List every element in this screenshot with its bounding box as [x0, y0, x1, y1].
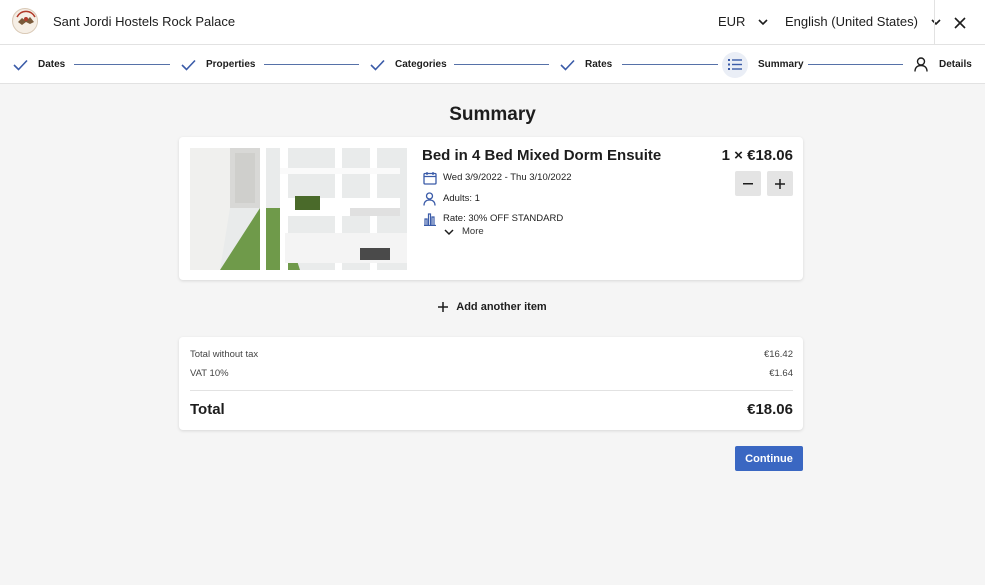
step-connector [264, 64, 359, 65]
grand-total-row: Total €18.06 [190, 401, 793, 418]
currency-selector[interactable]: EUR [718, 14, 769, 29]
step-label: Details [939, 59, 972, 70]
decrease-quantity-button[interactable] [735, 171, 761, 196]
plus-icon [438, 302, 449, 312]
language-label: English (United States) [785, 14, 918, 29]
chevron-down-icon [758, 18, 769, 25]
page-title: Summary [449, 104, 536, 125]
add-item-row: Add another item [0, 301, 985, 313]
total-without-tax-value: €16.42 [763, 349, 793, 360]
check-icon [180, 57, 196, 73]
grand-total-value: €18.06 [747, 401, 793, 418]
totals-divider [190, 390, 793, 391]
step-label: Properties [206, 59, 256, 70]
booking-item-card: Bed in 4 Bed Mixed Dorm Ensuite Wed 3/9/… [179, 137, 803, 280]
top-header: Sant Jordi Hostels Rock Palace EUR Engli… [0, 0, 985, 45]
currency-label: EUR [718, 14, 746, 29]
step-categories[interactable]: Categories [369, 45, 447, 84]
check-icon [559, 57, 575, 73]
minus-icon [743, 182, 753, 184]
step-label: Rates [585, 59, 613, 70]
add-item-label: Add another item [456, 301, 547, 313]
step-connector [74, 64, 170, 65]
hotel-name: Sant Jordi Hostels Rock Palace [53, 14, 236, 29]
rate-text: Rate: 30% OFF STANDARD [443, 213, 564, 224]
adults-text: Adults: 1 [443, 193, 480, 204]
grand-total-label: Total [190, 401, 225, 418]
booking-stepper: Dates Properties Categories Rates Summar… [0, 45, 985, 84]
language-selector[interactable]: English (United States) [785, 14, 942, 29]
step-connector [454, 64, 549, 65]
quantity-price: 1 × €18.06 [721, 147, 793, 164]
check-icon [369, 57, 385, 73]
room-photo [190, 148, 407, 270]
total-without-tax-row: Total without tax €16.42 [190, 349, 793, 360]
increase-quantity-button[interactable] [767, 171, 793, 196]
more-toggle[interactable]: More [444, 226, 484, 237]
item-adults: Adults: 1 [422, 191, 480, 206]
item-dates: Wed 3/9/2022 - Thu 3/10/2022 [422, 170, 572, 185]
vat-label: VAT 10% [190, 368, 229, 379]
step-connector [622, 64, 718, 65]
step-summary[interactable]: Summary [722, 45, 804, 84]
dates-text: Wed 3/9/2022 - Thu 3/10/2022 [443, 172, 572, 183]
item-title: Bed in 4 Bed Mixed Dorm Ensuite [422, 147, 662, 164]
add-another-item-button[interactable]: Add another item [438, 301, 547, 313]
step-details[interactable]: Details [913, 45, 972, 84]
close-icon [954, 16, 966, 29]
plus-icon [775, 178, 785, 189]
list-icon [722, 51, 748, 78]
vat-row: VAT 10% €1.64 [190, 368, 793, 379]
calendar-icon [422, 170, 437, 185]
chevron-down-icon [444, 228, 454, 235]
item-rate: Rate: 30% OFF STANDARD [422, 211, 563, 226]
step-rates[interactable]: Rates [559, 45, 612, 84]
continue-button[interactable]: Continue [735, 446, 803, 471]
bar-chart-icon [422, 211, 437, 226]
step-connector [808, 64, 903, 65]
close-button[interactable] [934, 0, 985, 45]
step-dates[interactable]: Dates [12, 45, 65, 84]
step-label: Categories [395, 59, 447, 70]
check-icon [12, 57, 28, 73]
step-label: Dates [38, 59, 66, 70]
hostel-logo [12, 8, 38, 34]
person-icon [913, 57, 929, 73]
total-without-tax-label: Total without tax [190, 349, 259, 360]
person-icon [422, 191, 437, 206]
more-label: More [462, 226, 484, 237]
totals-card: Total without tax €16.42 VAT 10% €1.64 T… [179, 337, 803, 430]
step-properties[interactable]: Properties [180, 45, 255, 84]
vat-value: €1.64 [769, 368, 793, 379]
step-label: Summary [758, 59, 804, 70]
